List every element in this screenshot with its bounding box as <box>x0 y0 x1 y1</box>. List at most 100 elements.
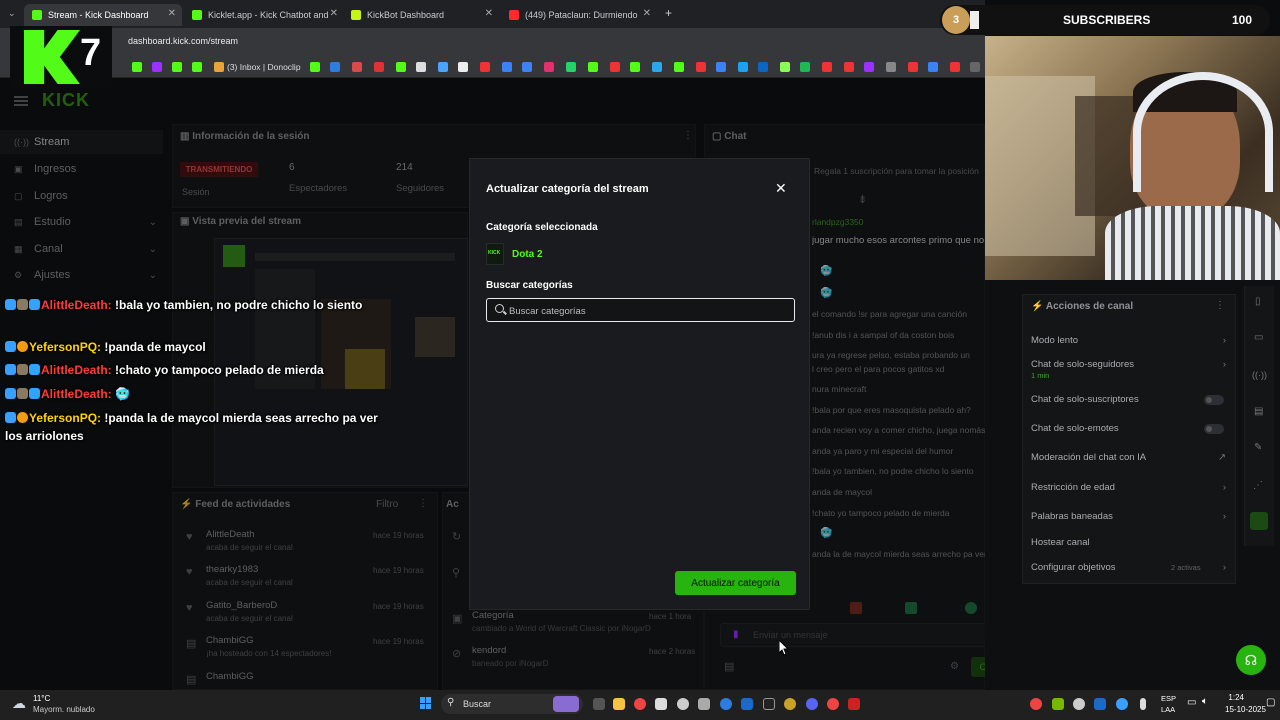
microphone-icon[interactable] <box>1140 698 1146 710</box>
document-icon[interactable]: ▯ <box>1255 296 1261 307</box>
discord-icon[interactable] <box>806 698 818 710</box>
input-language[interactable]: ESP <box>1161 694 1176 703</box>
bookmark-icon[interactable] <box>864 62 874 72</box>
chat-bubble-icon[interactable]: ▭ <box>1254 332 1263 343</box>
tray-icon[interactable] <box>1094 698 1106 710</box>
layers-icon[interactable]: ▤ <box>1254 406 1263 417</box>
tray-icon[interactable] <box>1073 698 1085 710</box>
bookmark-icon[interactable] <box>780 62 790 72</box>
action-banned-words[interactable]: Palabras baneadas › <box>1031 511 1226 522</box>
bookmark-icon[interactable] <box>696 62 706 72</box>
bookmark-icon[interactable] <box>458 62 468 72</box>
action-host-channel[interactable]: Hostear canal <box>1031 537 1226 548</box>
wrench-icon[interactable]: ✎ <box>1254 442 1262 453</box>
bookmark-icon[interactable] <box>438 62 448 72</box>
bookmark-icon[interactable] <box>374 62 384 72</box>
tray-icon[interactable] <box>1030 698 1042 710</box>
bookmark-icon[interactable] <box>844 62 854 72</box>
tab-search-icon[interactable]: ⌄ <box>8 8 16 19</box>
action-configure-goals[interactable]: Configurar objetivos 2 activas › <box>1031 562 1226 573</box>
clock-time[interactable]: 1:24 <box>1224 693 1244 702</box>
bookmark-icon[interactable] <box>172 62 182 72</box>
bookmark-icon[interactable] <box>480 62 490 72</box>
bookmark-icon[interactable] <box>396 62 406 72</box>
category-search-box[interactable] <box>486 298 795 322</box>
bookmark-icon[interactable] <box>758 62 768 72</box>
bookmark-icon[interactable] <box>928 62 938 72</box>
input-language-layout[interactable]: LAA <box>1161 705 1175 714</box>
update-category-button[interactable]: Actualizar categoría <box>675 571 796 595</box>
more-options-icon[interactable]: ⋮ <box>1215 300 1225 311</box>
app-icon[interactable] <box>848 698 860 710</box>
bookmark-icon[interactable] <box>588 62 598 72</box>
taskbar-search[interactable]: ⚲ Buscar <box>441 694 583 714</box>
file-explorer-icon[interactable] <box>613 698 625 710</box>
chrome-icon[interactable] <box>634 698 646 710</box>
bookmark-icon[interactable] <box>822 62 832 72</box>
bookmark-icon[interactable] <box>886 62 896 72</box>
bookmark-icon[interactable] <box>310 62 320 72</box>
share-icon[interactable]: ⋰ <box>1253 480 1263 491</box>
bookmark-icon[interactable] <box>132 62 142 72</box>
bookmark-icon[interactable] <box>544 62 554 72</box>
clock-date[interactable]: 15-10-2025 <box>1225 705 1266 714</box>
task-view-icon[interactable] <box>593 698 605 710</box>
close-tab-icon[interactable]: ✕ <box>485 8 493 19</box>
bookmark-icon[interactable] <box>610 62 620 72</box>
obs-icon[interactable] <box>827 698 839 710</box>
app-icon[interactable] <box>677 698 689 710</box>
bookmark-icon[interactable] <box>800 62 810 72</box>
weather-desc[interactable]: Mayorm. nublado <box>33 705 95 714</box>
bookmark-icon[interactable] <box>674 62 684 72</box>
action-age-restriction[interactable]: Restricción de edad › <box>1031 482 1226 493</box>
nvidia-icon[interactable] <box>1052 698 1064 710</box>
action-subscribers-only[interactable]: Chat de solo-suscriptores <box>1031 394 1226 405</box>
subscribers-only-toggle[interactable] <box>1204 395 1224 405</box>
steam-icon[interactable] <box>741 698 753 710</box>
action-slow-mode[interactable]: Modo lento › <box>1031 335 1226 346</box>
bookmark-icon[interactable] <box>716 62 726 72</box>
volume-icon[interactable]: 🔈︎ <box>1202 696 1208 707</box>
action-followers-only[interactable]: Chat de solo-seguidores 1 min › <box>1031 359 1226 380</box>
bookmark-icon[interactable] <box>416 62 426 72</box>
app-icon[interactable] <box>655 698 667 710</box>
bookmark-icon[interactable] <box>566 62 576 72</box>
action-emotes-only[interactable]: Chat de solo-emotes <box>1031 423 1226 434</box>
broadcast-icon[interactable]: ((·)) <box>1252 370 1267 380</box>
bookmark-icon[interactable] <box>522 62 532 72</box>
add-widget-icon[interactable] <box>1250 512 1268 530</box>
app-icon[interactable] <box>763 698 775 710</box>
bookmark-inbox[interactable]: (3) Inbox | Donoclip <box>227 62 301 72</box>
support-chat-icon[interactable]: ☊ <box>1236 645 1266 675</box>
app-icon[interactable] <box>784 698 796 710</box>
url-field[interactable]: dashboard.kick.com/stream <box>128 36 238 46</box>
bookmark-icon[interactable] <box>152 62 162 72</box>
close-tab-icon[interactable]: ✕ <box>168 8 176 19</box>
bookmark-icon[interactable] <box>970 62 980 72</box>
bookmark-icon[interactable] <box>738 62 748 72</box>
bookmark-icon[interactable] <box>352 62 362 72</box>
bookmark-icon[interactable] <box>502 62 512 72</box>
close-tab-icon[interactable]: ✕ <box>643 8 651 19</box>
bookmark-icon[interactable] <box>330 62 340 72</box>
weather-cloud-icon[interactable]: ☁ <box>12 695 26 712</box>
tray-icon[interactable] <box>1116 698 1128 710</box>
bookmark-icon[interactable] <box>950 62 960 72</box>
emotes-only-toggle[interactable] <box>1204 424 1224 434</box>
selected-category-name[interactable]: Dota 2 <box>512 249 543 260</box>
bookmark-icon[interactable] <box>630 62 640 72</box>
notifications-icon[interactable]: ▢ <box>1266 697 1275 708</box>
tab-kickbot[interactable]: KickBot Dashboard ✕ <box>343 4 499 26</box>
app-icon[interactable] <box>698 698 710 710</box>
close-icon[interactable]: ✕ <box>775 180 787 197</box>
close-tab-icon[interactable]: ✕ <box>330 8 338 19</box>
action-ai-moderation[interactable]: Moderación del chat con IA ↗ <box>1031 452 1226 463</box>
tab-stream-dashboard[interactable]: Stream - Kick Dashboard ✕ <box>24 4 182 26</box>
windows-start-icon[interactable] <box>420 697 432 709</box>
bookmark-icon[interactable] <box>192 62 202 72</box>
weather-temp[interactable]: 11°C <box>33 694 50 703</box>
new-tab-icon[interactable]: + <box>665 6 672 20</box>
tab-kicklet[interactable]: Kicklet.app - Kick Chatbot and ✕ <box>184 4 344 26</box>
edge-icon[interactable] <box>720 698 732 710</box>
bookmark-icon[interactable] <box>652 62 662 72</box>
